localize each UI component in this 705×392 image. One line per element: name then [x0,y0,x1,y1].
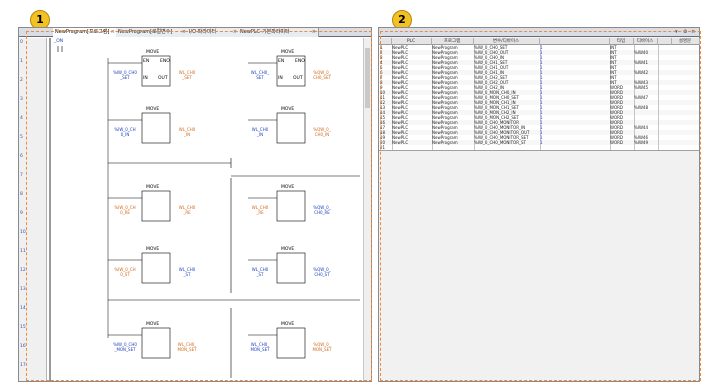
rung-number: 15 [20,325,26,330]
rung-number: 17 [20,363,26,368]
rung-number: 11 [20,249,26,254]
rung-number: 4 [20,116,23,121]
rung-number: 1 [20,59,23,64]
rung-number: 10 [20,230,26,235]
rung-number: 7 [20,173,23,178]
rung-number: 6 [20,154,23,159]
rung-number: 13 [20,287,26,292]
rung-number: 16 [20,344,26,349]
rung-number: 8 [20,192,23,197]
highlight-region-variable-list [380,31,701,381]
rung-number: 0 [20,40,23,45]
rung-number: 2 [20,78,23,83]
rung-number: 12 [20,268,26,273]
rung-number: 3 [20,97,23,102]
rung-number: 14 [20,306,26,311]
rung-number: 5 [20,135,23,140]
highlight-region-ladder [26,31,372,381]
rung-number: 9 [20,211,23,216]
